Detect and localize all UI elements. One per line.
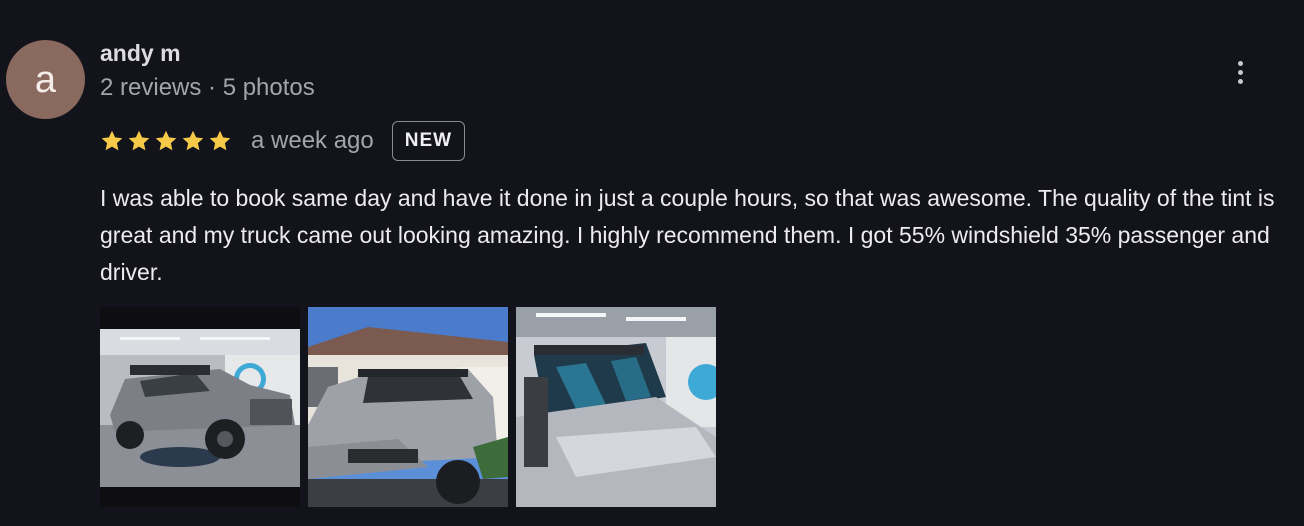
avatar-letter: a bbox=[34, 58, 57, 101]
review-time: a week ago bbox=[251, 127, 374, 154]
photo-image bbox=[100, 307, 300, 507]
rating-row: a week ago NEW bbox=[100, 120, 466, 162]
star-rating bbox=[100, 129, 232, 153]
photo-image bbox=[516, 307, 716, 507]
more-vert-icon bbox=[1237, 60, 1243, 84]
more-options-button[interactable] bbox=[1226, 56, 1254, 88]
star-icon bbox=[182, 130, 204, 151]
review-photo-1[interactable] bbox=[100, 307, 300, 507]
review-photos bbox=[100, 307, 716, 507]
photo-image bbox=[308, 307, 508, 507]
star-icon bbox=[101, 130, 123, 151]
new-badge: NEW bbox=[391, 121, 466, 161]
star-icon bbox=[209, 130, 231, 151]
review-photo-3[interactable] bbox=[516, 307, 716, 507]
author-name[interactable]: andy m bbox=[100, 40, 181, 67]
author-meta: 2 reviews · 5 photos bbox=[100, 74, 315, 101]
star-icon bbox=[155, 130, 177, 151]
review-photo-2[interactable] bbox=[308, 307, 508, 507]
review-text: I was able to book same day and have it … bbox=[100, 185, 1275, 285]
star-icon bbox=[128, 130, 150, 151]
avatar[interactable]: a bbox=[6, 40, 85, 119]
